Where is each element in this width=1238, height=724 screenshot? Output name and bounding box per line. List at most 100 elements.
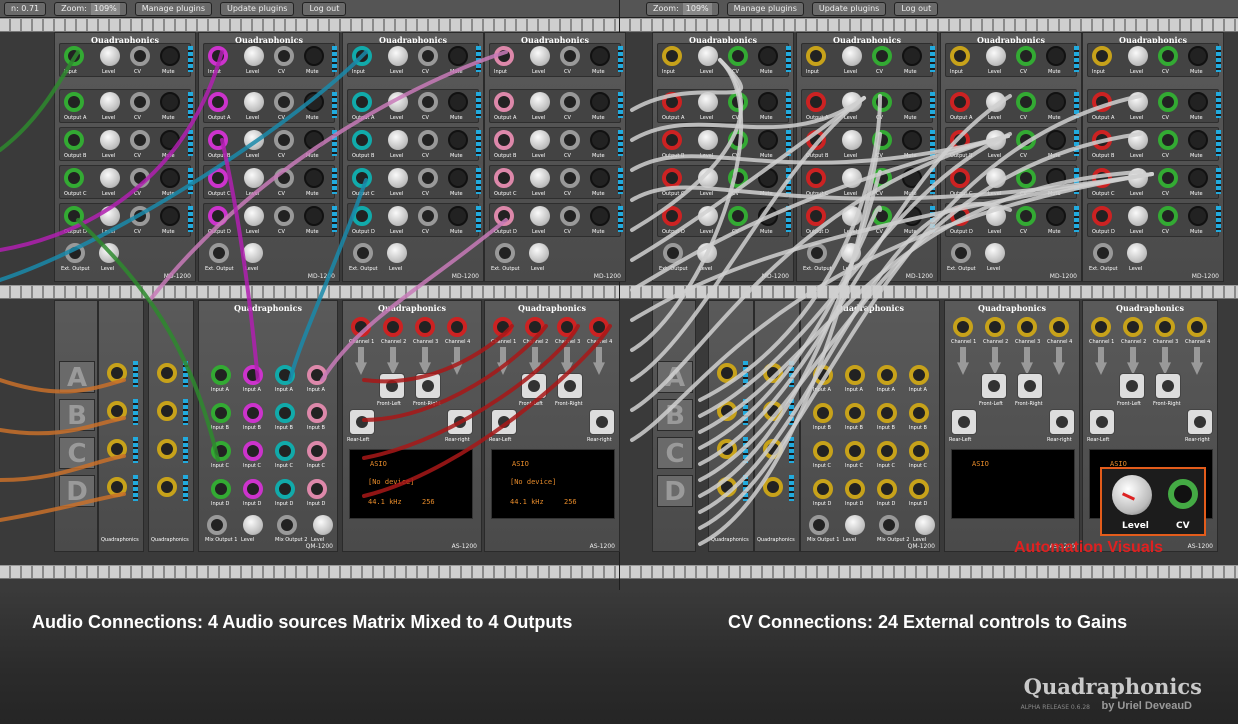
audio-jack[interactable] [806,130,826,150]
level-knob[interactable] [842,206,862,226]
level-knob[interactable] [698,168,718,188]
mix-level-knob[interactable] [915,515,935,535]
matrix-input-jack[interactable] [275,365,295,385]
mute-button[interactable] [304,46,324,66]
cv-jack[interactable] [560,92,580,112]
audio-jack[interactable] [806,46,826,66]
matrix-input-jack[interactable] [211,479,231,499]
mute-button[interactable] [160,46,180,66]
ext-level-knob[interactable] [985,243,1005,263]
zoom-value[interactable]: 109% [90,2,120,15]
mix-output-jack[interactable] [879,515,899,535]
audio-jack[interactable] [494,46,514,66]
cv-jack[interactable] [1016,46,1036,66]
level-knob[interactable] [698,130,718,150]
asio-device[interactable]: [No device] [368,478,414,486]
ext-output-jack[interactable] [209,243,229,263]
ext-output-jack[interactable] [65,243,85,263]
update-plugins-button[interactable]: Update plugins [811,1,887,16]
cv-jack[interactable] [418,130,438,150]
audio-jack[interactable] [950,92,970,112]
level-knob[interactable] [1128,206,1148,226]
mute-button[interactable] [902,46,922,66]
level-knob[interactable] [986,130,1006,150]
level-knob[interactable] [244,168,264,188]
level-knob[interactable] [1128,46,1148,66]
mute-button[interactable] [758,206,778,226]
log-out-button[interactable]: Log out [302,1,347,16]
audio-jack[interactable] [950,46,970,66]
mute-button[interactable] [160,92,180,112]
matrix-input-jack[interactable] [211,403,231,423]
level-knob[interactable] [1128,130,1148,150]
cv-jack[interactable] [872,206,892,226]
cv-jack[interactable] [1158,206,1178,226]
channel-input-jack[interactable] [493,317,513,337]
source-jack[interactable] [717,477,737,497]
level-knob[interactable] [530,206,550,226]
matrix-input-jack[interactable] [909,479,929,499]
audio-jack[interactable] [950,168,970,188]
cv-jack[interactable] [728,92,748,112]
mute-button[interactable] [1046,168,1066,188]
audio-jack[interactable] [208,130,228,150]
cv-jack[interactable] [418,206,438,226]
channel-input-jack[interactable] [1155,317,1175,337]
mute-button[interactable] [448,130,468,150]
cv-jack[interactable] [728,206,748,226]
mute-button[interactable] [1046,130,1066,150]
cv-jack[interactable] [560,130,580,150]
audio-jack[interactable] [494,168,514,188]
matrix-input-jack[interactable] [307,365,327,385]
level-knob[interactable] [530,168,550,188]
cv-jack[interactable] [130,206,150,226]
mute-button[interactable] [590,46,610,66]
matrix-input-jack[interactable] [275,441,295,461]
source-jack[interactable] [717,439,737,459]
cv-jack[interactable] [1016,130,1036,150]
update-plugins-button[interactable]: Update plugins [220,1,295,16]
matrix-input-jack[interactable] [211,441,231,461]
channel-input-jack[interactable] [1049,317,1069,337]
channel-input-jack[interactable] [525,317,545,337]
cv-jack[interactable] [418,168,438,188]
audio-jack[interactable] [64,92,84,112]
mute-button[interactable] [448,168,468,188]
level-knob[interactable] [698,46,718,66]
source-jack[interactable] [107,439,127,459]
level-knob[interactable] [244,46,264,66]
audio-jack[interactable] [662,168,682,188]
matrix-input-jack[interactable] [243,441,263,461]
channel-input-jack[interactable] [589,317,609,337]
level-knob-large[interactable] [1112,475,1152,515]
audio-jack[interactable] [352,130,372,150]
audio-jack[interactable] [806,168,826,188]
audio-jack[interactable] [1092,206,1112,226]
audio-jack[interactable] [950,130,970,150]
ext-level-knob[interactable] [841,243,861,263]
matrix-input-jack[interactable] [243,365,263,385]
audio-jack[interactable] [1092,168,1112,188]
channel-input-jack[interactable] [1017,317,1037,337]
matrix-input-jack[interactable] [307,441,327,461]
matrix-input-jack[interactable] [845,441,865,461]
audio-jack[interactable] [352,92,372,112]
mix-level-knob[interactable] [243,515,263,535]
ext-level-knob[interactable] [1127,243,1147,263]
audio-jack[interactable] [950,206,970,226]
level-knob[interactable] [244,206,264,226]
matrix-input-jack[interactable] [909,403,929,423]
cv-jack[interactable] [130,168,150,188]
cv-jack[interactable] [872,130,892,150]
mute-button[interactable] [590,206,610,226]
ext-output-jack[interactable] [495,243,515,263]
level-knob[interactable] [1128,92,1148,112]
ext-output-jack[interactable] [353,243,373,263]
audio-jack[interactable] [1092,46,1112,66]
channel-input-jack[interactable] [447,317,467,337]
mute-button[interactable] [758,92,778,112]
matrix-input-jack[interactable] [243,479,263,499]
asio-buffer[interactable]: 256 [564,498,577,506]
matrix-input-jack[interactable] [877,365,897,385]
cv-jack[interactable] [560,46,580,66]
